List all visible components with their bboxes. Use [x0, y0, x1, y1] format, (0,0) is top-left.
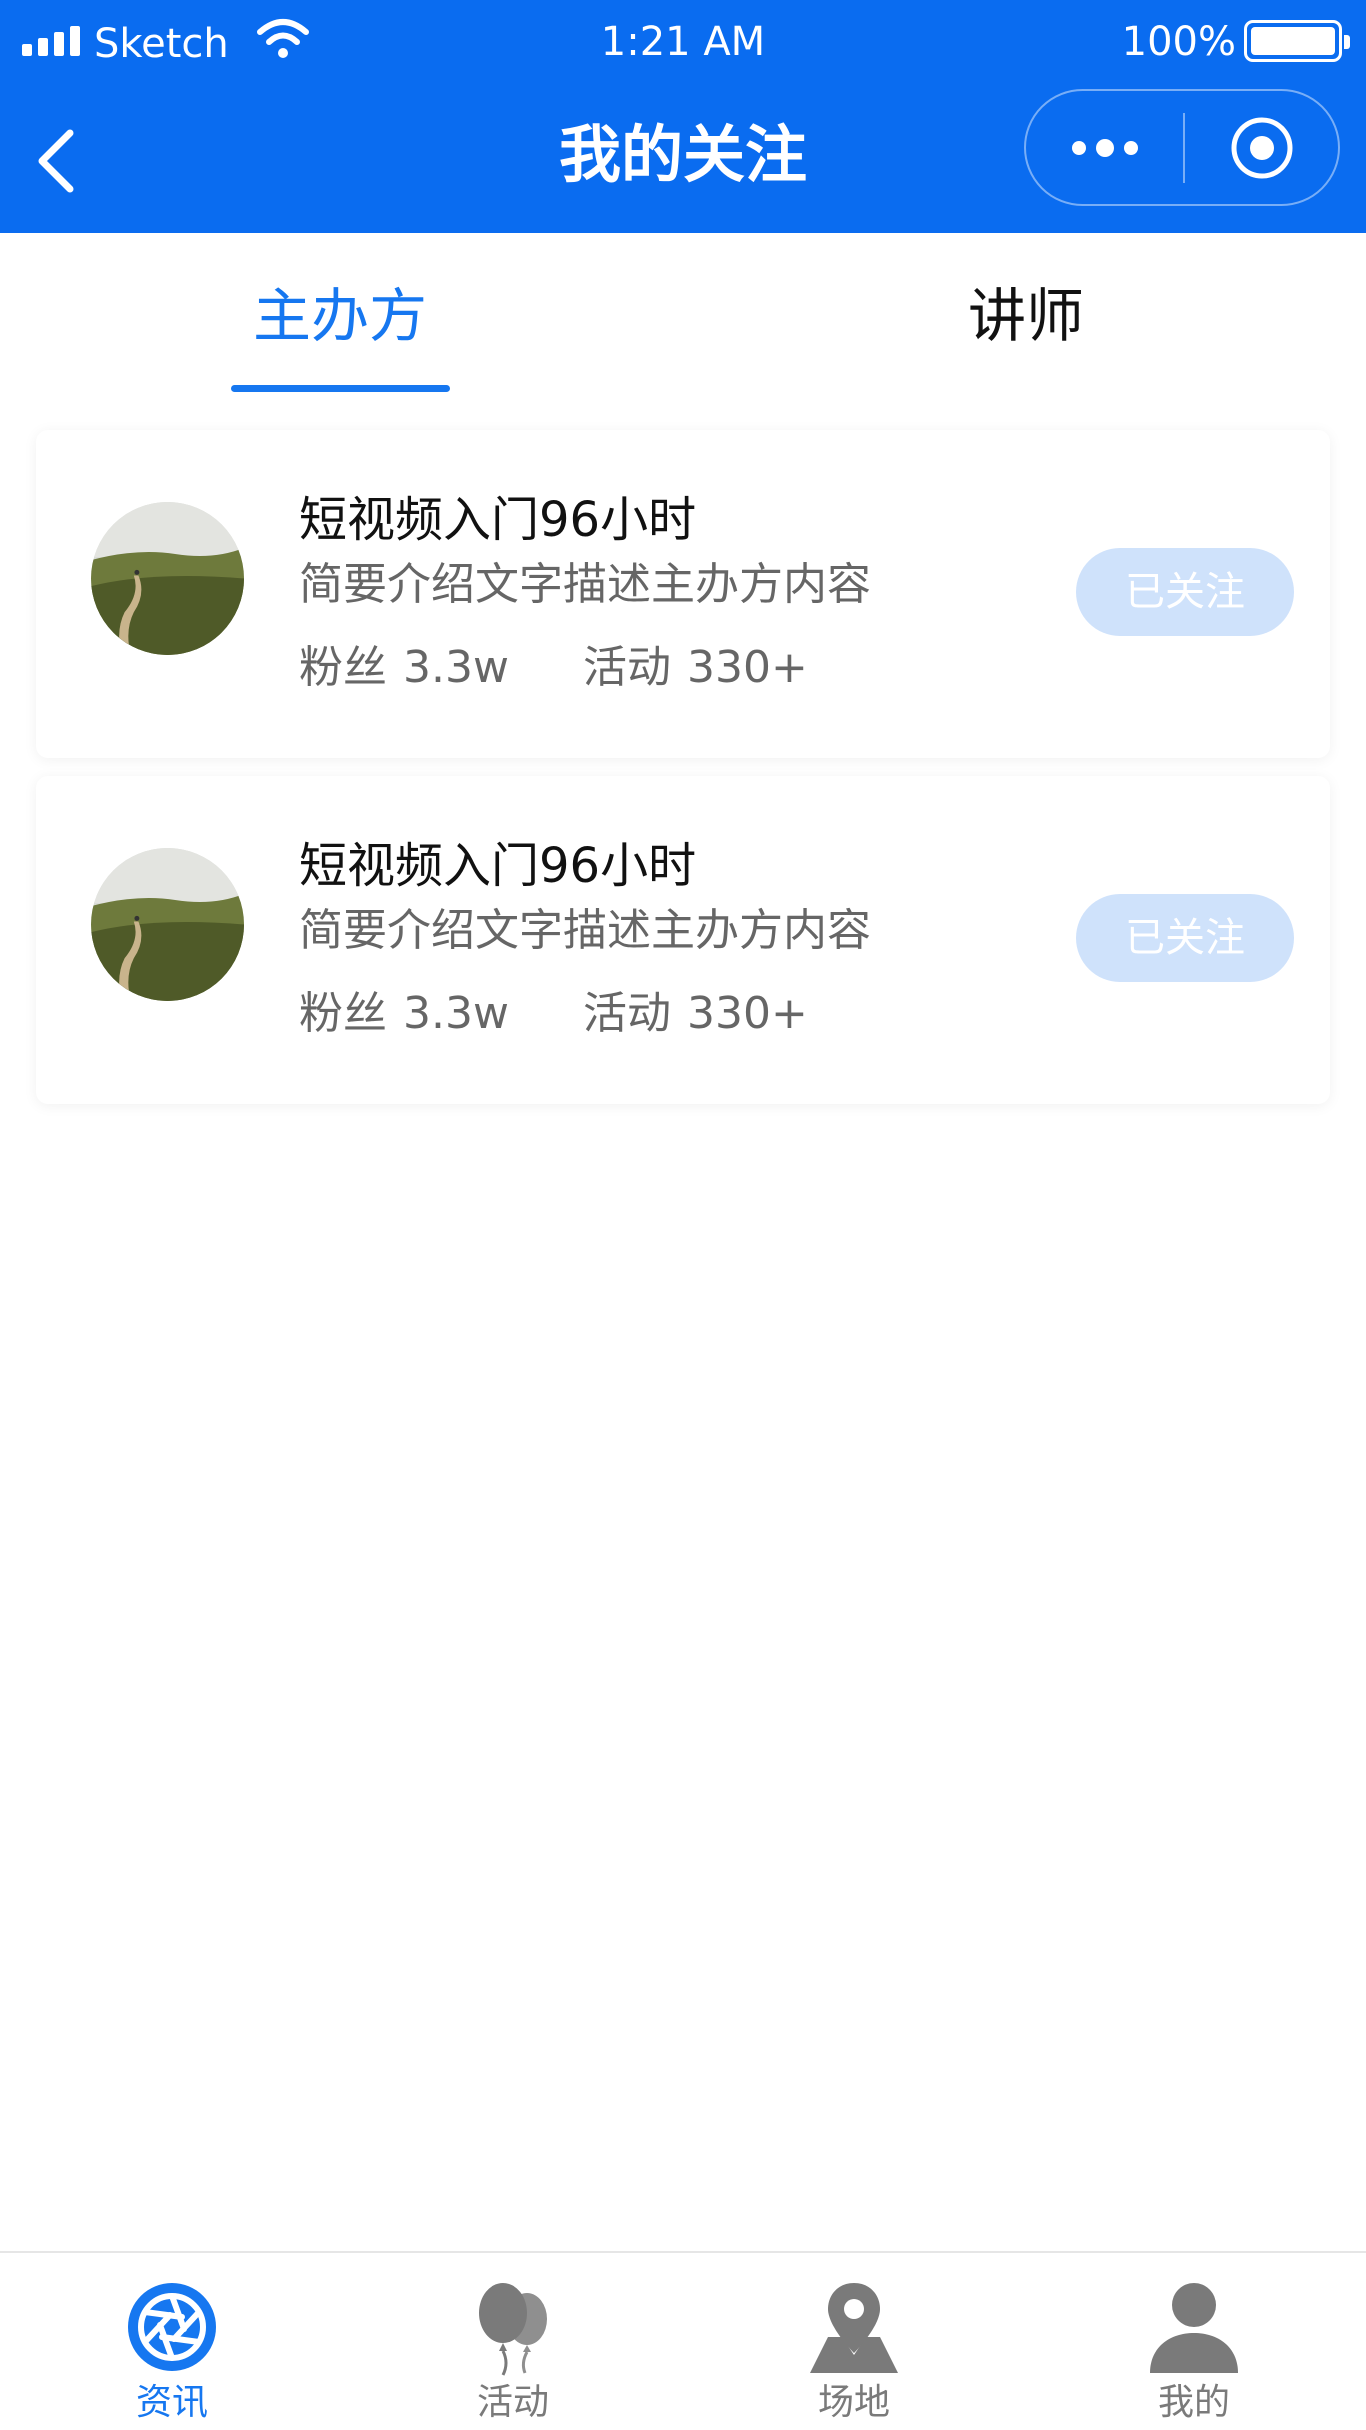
list-item[interactable]: 短视频入门96小时 简要介绍文字描述主办方内容 粉丝 3.3w 活动 330+ … — [36, 430, 1330, 758]
nav-bar: 我的关注 — [0, 86, 1366, 233]
tab-bar-top: 主办方 讲师 — [0, 233, 1366, 399]
tabbar-label: 场地 — [817, 2382, 890, 2423]
followed-button[interactable]: 已关注 — [1076, 548, 1294, 636]
active-tab-indicator — [231, 385, 450, 392]
header: Sketch 1:21 AM 100% 我的关注 — [0, 0, 1366, 233]
aperture-icon — [128, 2283, 216, 2371]
organizer-list: 短视频入门96小时 简要介绍文字描述主办方内容 粉丝 3.3w 活动 330+ … — [36, 430, 1330, 1122]
map-pin-icon — [810, 2283, 898, 2373]
status-bar: Sketch 1:21 AM 100% — [0, 0, 1366, 86]
user-icon — [1150, 2283, 1238, 2373]
more-button[interactable] — [1026, 91, 1183, 204]
organizer-stats: 粉丝 3.3w 活动 330+ — [299, 638, 808, 698]
bottom-tab-bar: 资讯 活动 场地 我的 — [0, 2251, 1366, 2430]
fans-stat: 粉丝 3.3w — [299, 984, 509, 1044]
target-circle-icon — [1231, 117, 1292, 178]
organizer-description: 简要介绍文字描述主办方内容 — [299, 905, 871, 956]
fans-label: 粉丝 — [299, 988, 387, 1039]
mini-program-capsule — [1024, 89, 1340, 206]
balloons-icon — [479, 2283, 547, 2376]
tabbar-item-news[interactable]: 资讯 — [52, 2253, 292, 2430]
tab-organizers[interactable]: 主办方 — [230, 233, 450, 399]
events-value: 330+ — [686, 642, 808, 693]
organizer-title: 短视频入门96小时 — [299, 492, 697, 548]
events-label: 活动 — [582, 988, 671, 1039]
tabbar-label: 活动 — [476, 2382, 549, 2423]
fans-stat: 粉丝 3.3w — [299, 638, 509, 698]
battery-icon — [1244, 20, 1350, 62]
fans-label: 粉丝 — [299, 642, 387, 693]
events-value: 330+ — [686, 988, 808, 1039]
list-item[interactable]: 短视频入门96小时 简要介绍文字描述主办方内容 粉丝 3.3w 活动 330+ … — [36, 776, 1330, 1104]
followed-button[interactable]: 已关注 — [1076, 894, 1294, 982]
tabbar-label: 我的 — [1157, 2382, 1230, 2423]
tab-lecturers[interactable]: 讲师 — [916, 233, 1136, 399]
organizer-title: 短视频入门96小时 — [299, 838, 697, 894]
close-mini-program-button[interactable] — [1185, 91, 1338, 204]
events-stat: 活动 330+ — [583, 984, 808, 1044]
organizer-description: 简要介绍文字描述主办方内容 — [299, 559, 871, 610]
events-stat: 活动 330+ — [583, 638, 808, 698]
avatar — [91, 848, 244, 1001]
organizer-stats: 粉丝 3.3w 活动 330+ — [299, 984, 808, 1044]
fans-value: 3.3w — [403, 642, 509, 693]
avatar — [91, 502, 244, 655]
battery-percent: 100% — [1121, 19, 1236, 65]
more-dots-icon — [1071, 138, 1138, 157]
events-label: 活动 — [582, 642, 671, 693]
tabbar-item-activities[interactable]: 活动 — [393, 2253, 633, 2430]
fans-value: 3.3w — [403, 988, 509, 1039]
tabbar-item-profile[interactable]: 我的 — [1074, 2253, 1314, 2430]
tabbar-item-venues[interactable]: 场地 — [734, 2253, 974, 2430]
tabbar-label: 资讯 — [135, 2382, 208, 2423]
